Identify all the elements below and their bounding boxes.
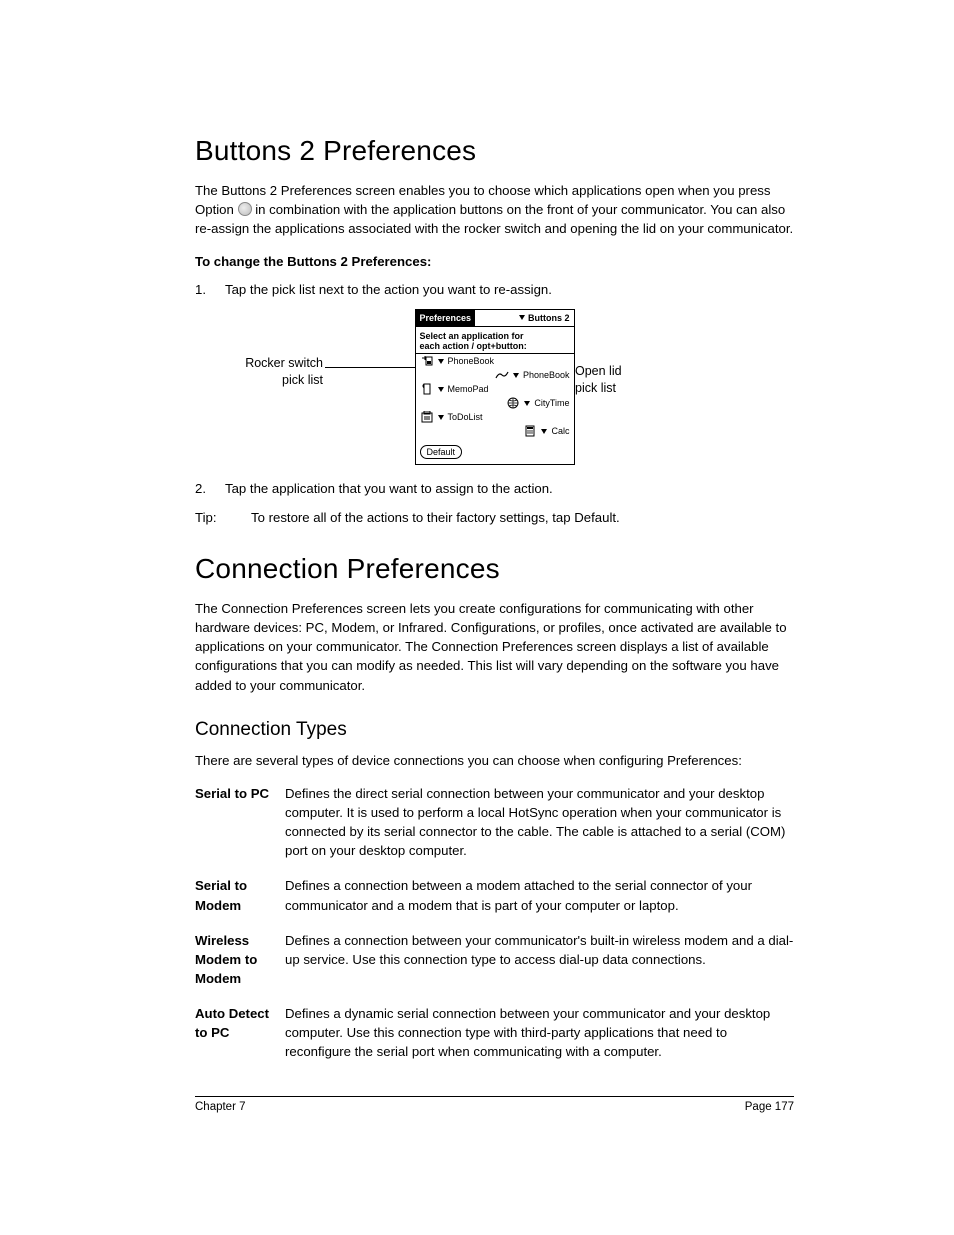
memo-icon (420, 383, 434, 395)
pick-row-label: PhoneBook (523, 370, 570, 380)
pick-row-todo[interactable]: ToDoList (416, 410, 574, 424)
conn-type-def: Defines a connection between your commun… (285, 931, 794, 988)
todo-icon (420, 411, 434, 423)
step-1-number: 1. (195, 280, 213, 299)
footer-chapter: Chapter 7 (195, 1101, 246, 1113)
chevron-down-icon (519, 315, 525, 320)
conn-type-term: Serial to Modem (195, 876, 273, 914)
subheading-connection-types: Connection Types (195, 719, 794, 741)
pick-row-openlid[interactable]: PhoneBook (416, 368, 574, 382)
heading-buttons2: Buttons 2 Preferences (195, 135, 794, 167)
heading-connection-prefs: Connection Preferences (195, 553, 794, 585)
pick-row-label: Calc (551, 426, 569, 436)
chevron-down-icon (438, 415, 444, 420)
default-button[interactable]: Default (420, 445, 463, 459)
callout-openlid-line2: pick list (575, 381, 616, 395)
step-2-number: 2. (195, 479, 213, 498)
conn-type-term: Auto Detect to PC (195, 1004, 273, 1061)
howto-heading: To change the Buttons 2 Preferences: (195, 252, 794, 271)
pick-row-label: PhoneBook (448, 356, 495, 366)
intro-buttons2: The Buttons 2 Preferences screen enables… (195, 181, 794, 238)
intro-part-b: in combination with the application butt… (195, 202, 793, 236)
option-key-icon (238, 202, 252, 216)
tip-row: Tip: To restore all of the actions to th… (195, 508, 794, 527)
conn-type-term: Serial to PC (195, 784, 273, 861)
conn-type-def: Defines a connection between a modem att… (285, 876, 794, 914)
conn-type-row: Wireless Modem to Modem Defines a connec… (195, 931, 794, 988)
callout-openlid-line1: Open lid (575, 364, 622, 378)
rocker-icon (420, 355, 434, 367)
pick-row-label: MemoPad (448, 384, 489, 394)
footer-page-number: Page 177 (745, 1101, 794, 1113)
callout-open-lid: Open lid pick list (575, 363, 675, 397)
connection-types-list: Serial to PC Defines the direct serial c… (195, 784, 794, 1062)
panel-category-label: Buttons 2 (528, 313, 570, 323)
chevron-down-icon (438, 359, 444, 364)
tip-text: To restore all of the actions to their f… (251, 508, 620, 527)
chevron-down-icon (513, 373, 519, 378)
calc-icon (523, 425, 537, 437)
pick-row-calc[interactable]: Calc (416, 424, 574, 438)
callout-rocker-line1: Rocker switch (245, 356, 323, 370)
pick-row-label: CityTime (534, 398, 569, 408)
panel-subtitle-line1: Select an application for (420, 331, 524, 341)
globe-icon (506, 397, 520, 409)
conn-type-def: Defines the direct serial connection bet… (285, 784, 794, 861)
chevron-down-icon (524, 401, 530, 406)
panel-subtitle-line2: each action / opt+button: (420, 341, 527, 351)
leader-line-left (325, 367, 415, 368)
conn-type-row: Serial to PC Defines the direct serial c… (195, 784, 794, 861)
tip-label: Tip: (195, 508, 229, 527)
step-1-text: Tap the pick list next to the action you… (225, 280, 552, 299)
chevron-down-icon (541, 429, 547, 434)
intro-connection-prefs: The Connection Preferences screen lets y… (195, 599, 794, 695)
page-footer: Chapter 7 Page 177 (195, 1096, 794, 1113)
panel-subtitle: Select an application for each action / … (416, 327, 574, 355)
callout-rocker-switch: Rocker switch pick list (223, 355, 323, 389)
callout-rocker-line2: pick list (282, 373, 323, 387)
annotated-screenshot: Rocker switch pick list Open lid pick li… (195, 309, 794, 469)
connection-types-intro: There are several types of device connec… (195, 751, 794, 770)
step-2: 2. Tap the application that you want to … (195, 479, 794, 498)
page: Buttons 2 Preferences The Buttons 2 Pref… (0, 0, 954, 1235)
panel-title-tab: Preferences (416, 310, 476, 326)
pick-row-citytime[interactable]: CityTime (416, 396, 574, 410)
conn-type-def: Defines a dynamic serial connection betw… (285, 1004, 794, 1061)
conn-type-row: Auto Detect to PC Defines a dynamic seri… (195, 1004, 794, 1061)
pick-row-label: ToDoList (448, 412, 483, 422)
openlid-icon (495, 369, 509, 381)
panel-footer: Default (416, 438, 574, 464)
chevron-down-icon (438, 387, 444, 392)
pick-row-memo[interactable]: MemoPad (416, 382, 574, 396)
conn-type-term: Wireless Modem to Modem (195, 931, 273, 988)
step-2-text: Tap the application that you want to ass… (225, 479, 553, 498)
step-1: 1. Tap the pick list next to the action … (195, 280, 794, 299)
panel-header: Preferences Buttons 2 (416, 310, 574, 327)
prefs-panel: Preferences Buttons 2 Select an applicat… (415, 309, 575, 466)
conn-type-row: Serial to Modem Defines a connection bet… (195, 876, 794, 914)
pick-row-rocker[interactable]: PhoneBook (416, 354, 574, 368)
panel-category-picklist[interactable]: Buttons 2 (519, 313, 574, 323)
